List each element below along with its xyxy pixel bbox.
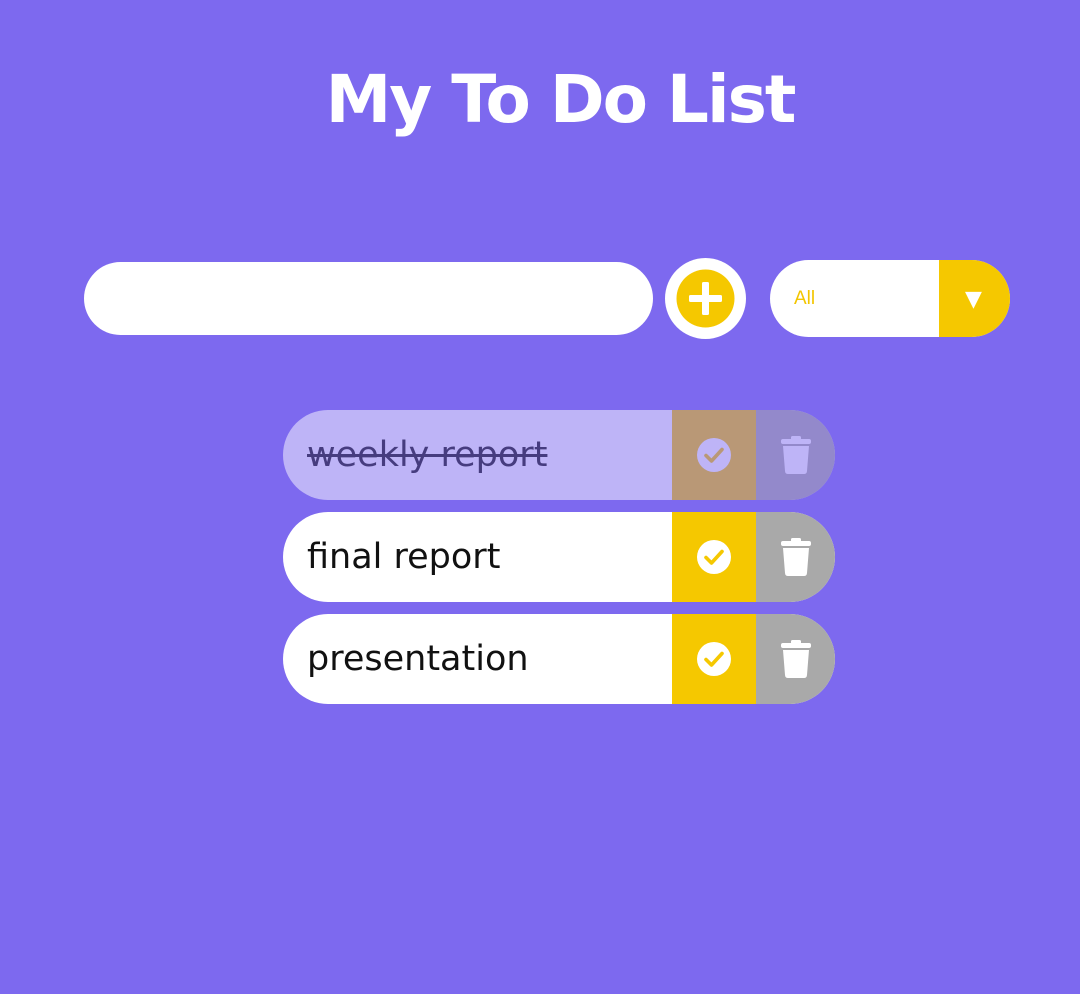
check-circle-icon <box>697 540 731 574</box>
todo-text: presentation <box>307 639 529 679</box>
complete-button[interactable] <box>672 410 756 500</box>
todo-item: presentation <box>283 614 835 704</box>
check-circle-icon <box>697 642 731 676</box>
plus-circle-icon <box>676 269 735 328</box>
todo-item: final report <box>283 512 835 602</box>
complete-button[interactable] <box>672 614 756 704</box>
trash-icon <box>780 640 811 678</box>
delete-button[interactable] <box>756 410 835 500</box>
trash-icon <box>780 538 811 576</box>
todo-item: weekly report <box>283 410 835 500</box>
delete-button[interactable] <box>756 512 835 602</box>
complete-button[interactable] <box>672 512 756 602</box>
todo-list: weekly report final report presentation <box>283 410 835 716</box>
delete-button[interactable] <box>756 614 835 704</box>
filter-select[interactable]: All ▼ <box>770 260 1010 337</box>
filter-selected-value: All <box>794 288 816 309</box>
page-title: My To Do List <box>325 61 797 138</box>
todo-text: final report <box>307 537 501 577</box>
check-circle-icon <box>697 438 731 472</box>
todo-input[interactable] <box>84 262 653 335</box>
todo-text: weekly report <box>307 435 548 475</box>
add-todo-button[interactable] <box>665 258 746 339</box>
trash-icon <box>780 436 811 474</box>
chevron-down-icon: ▼ <box>939 260 1010 337</box>
